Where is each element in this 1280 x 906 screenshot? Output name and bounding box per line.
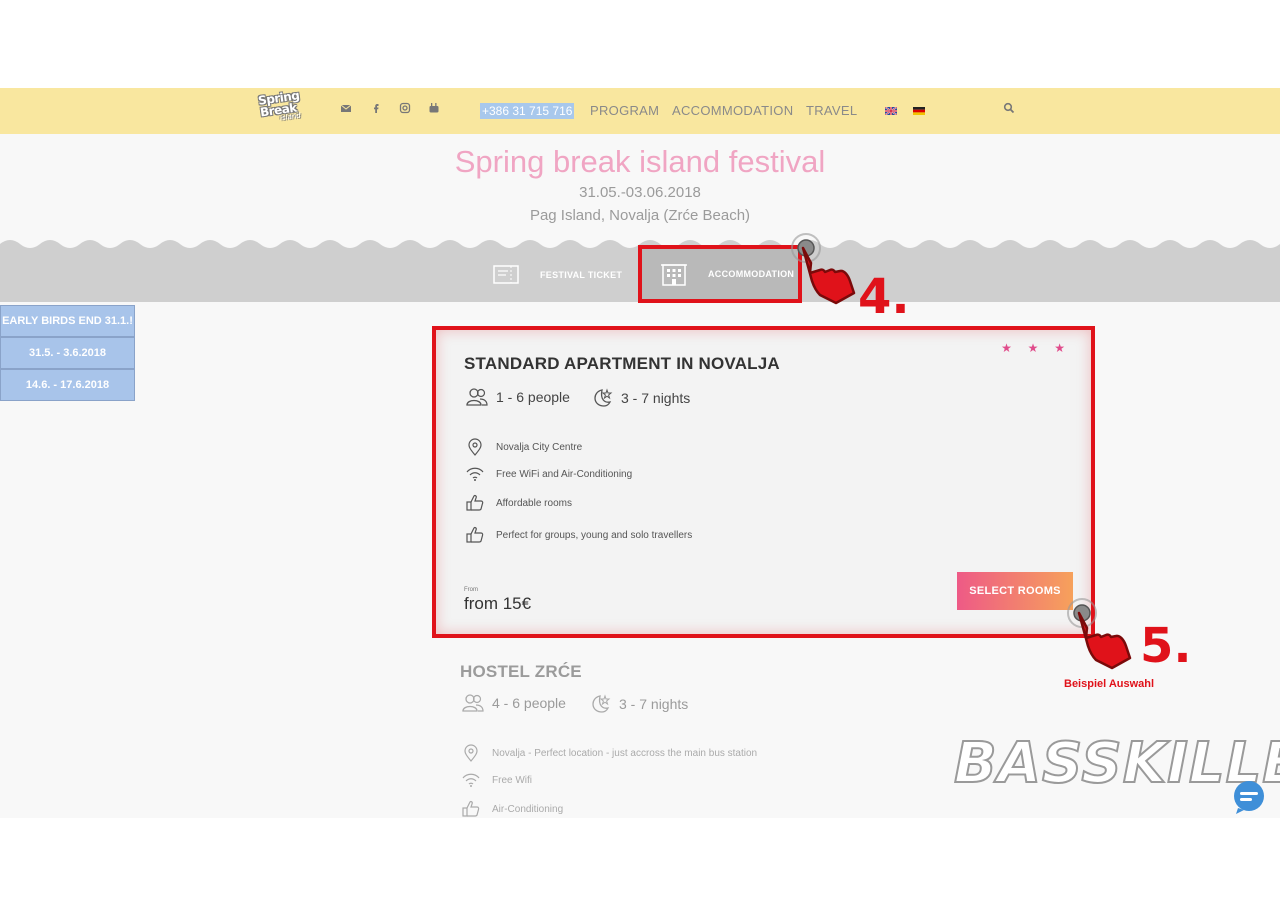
en-flag-icon[interactable] <box>885 107 897 115</box>
feature-text: Air-Conditioning <box>492 803 564 815</box>
feature-text: Free WiFi and Air-Conditioning <box>496 468 633 480</box>
tab-festival-ticket[interactable]: FESTIVAL TICKET <box>492 258 622 292</box>
festival-date: 31.05.-03.06.2018 <box>579 184 701 201</box>
sidebar-item-early-birds[interactable]: EARLY BIRDS END 31.1.! <box>0 305 135 337</box>
nights-count: 3 - 7 nights <box>593 388 690 408</box>
ticket-icon <box>493 265 519 284</box>
step-4-marker: 4. <box>858 269 910 325</box>
feature-text: Affordable rooms <box>496 497 572 509</box>
location-pin-icon <box>464 744 478 762</box>
feature-groups: Perfect for groups, young and solo trave… <box>466 526 692 544</box>
wifi-icon <box>462 773 480 787</box>
building-icon <box>661 264 687 286</box>
feature-text: Free Wifi <box>492 774 532 786</box>
phone-number-link[interactable]: +386 31 715 716 <box>480 103 575 119</box>
chat-bubble-icon[interactable] <box>1230 780 1268 814</box>
sidebar-item-date-1[interactable]: 31.5. - 3.6.2018 <box>0 337 135 369</box>
wifi-icon <box>466 467 484 481</box>
tab-accommodation[interactable]: ACCOMMODATION <box>638 245 802 303</box>
feature-location: Novalja - Perfect location - just accros… <box>462 744 757 762</box>
people-count: 1 - 6 people <box>466 388 570 406</box>
thumbs-up-icon <box>462 801 480 817</box>
moon-star-icon <box>594 388 613 407</box>
facebook-icon[interactable] <box>370 102 382 114</box>
people-label: 1 - 6 people <box>496 389 570 405</box>
feature-affordable: Affordable rooms <box>466 494 572 512</box>
from-label: From <box>464 587 478 593</box>
select-rooms-button[interactable]: SELECT ROOMS <box>957 572 1073 610</box>
people-icon <box>462 694 484 712</box>
thumbs-up-icon <box>466 527 484 543</box>
browser-screenshot: Spring Break island +386 31 715 716 PROG… <box>0 88 1280 818</box>
people-count: 4 - 6 people <box>462 694 566 712</box>
youtube-icon[interactable] <box>428 102 440 114</box>
feature-text: Novalja - Perfect location - just accros… <box>492 747 758 759</box>
nights-count: 3 - 7 nights <box>591 694 688 714</box>
tab-accommodation-label: ACCOMMODATION <box>708 269 795 279</box>
festival-title: Spring break island festival <box>454 144 826 179</box>
price: from 15€ <box>464 594 532 613</box>
festival-location: Pag Island, Novalja (Zrće Beach) <box>529 207 751 224</box>
listing-card-standard-apartment: ★ ★ ★ STANDARD APARTMENT IN NOVALJA 1 - … <box>432 326 1095 638</box>
nights-label: 3 - 7 nights <box>621 390 691 406</box>
listing-title: STANDARD APARTMENT IN NOVALJA <box>464 354 780 373</box>
feature-text: Novalja City Centre <box>496 441 583 453</box>
nav-travel[interactable]: TRAVEL <box>806 103 857 118</box>
tab-festival-ticket-label: FESTIVAL TICKET <box>540 270 623 280</box>
moon-star-icon <box>592 694 611 713</box>
star-rating: ★ ★ ★ <box>1001 341 1071 355</box>
location-pin-icon <box>468 438 482 456</box>
feature-air-conditioning: Air-Conditioning <box>462 800 563 818</box>
listing-title: HOSTEL ZRĆE <box>460 662 582 681</box>
de-flag-icon[interactable] <box>913 107 925 115</box>
pointing-hand-icon <box>791 233 856 305</box>
sidebar-item-date-2[interactable]: 14.6. - 17.6.2018 <box>0 369 135 401</box>
spring-break-logo[interactable]: Spring Break island <box>256 88 312 127</box>
thumbs-up-icon <box>466 495 484 511</box>
instagram-icon[interactable] <box>399 102 411 114</box>
top-navigation-bar: Spring Break island +386 31 715 716 PROG… <box>0 88 1280 134</box>
nav-accommodation[interactable]: ACCOMMODATION <box>672 103 793 118</box>
nights-label: 3 - 7 nights <box>619 696 689 712</box>
page: Spring Break island +386 31 715 716 PROG… <box>0 0 1280 906</box>
feature-text: Perfect for groups, young and solo trave… <box>496 529 693 541</box>
step-5-marker: 5. <box>1140 618 1192 674</box>
people-label: 4 - 6 people <box>492 695 566 711</box>
feature-location: Novalja City Centre <box>466 438 582 456</box>
nav-program[interactable]: PROGRAM <box>590 103 659 118</box>
search-icon[interactable] <box>1003 102 1015 114</box>
feature-wifi: Free Wifi <box>462 772 532 788</box>
date-sidebar: EARLY BIRDS END 31.1.! 31.5. - 3.6.2018 … <box>0 305 135 401</box>
people-icon <box>466 388 488 406</box>
logo-text-line3: island <box>279 111 302 123</box>
feature-wifi: Free WiFi and Air-Conditioning <box>466 466 632 482</box>
mail-icon[interactable] <box>340 102 352 114</box>
